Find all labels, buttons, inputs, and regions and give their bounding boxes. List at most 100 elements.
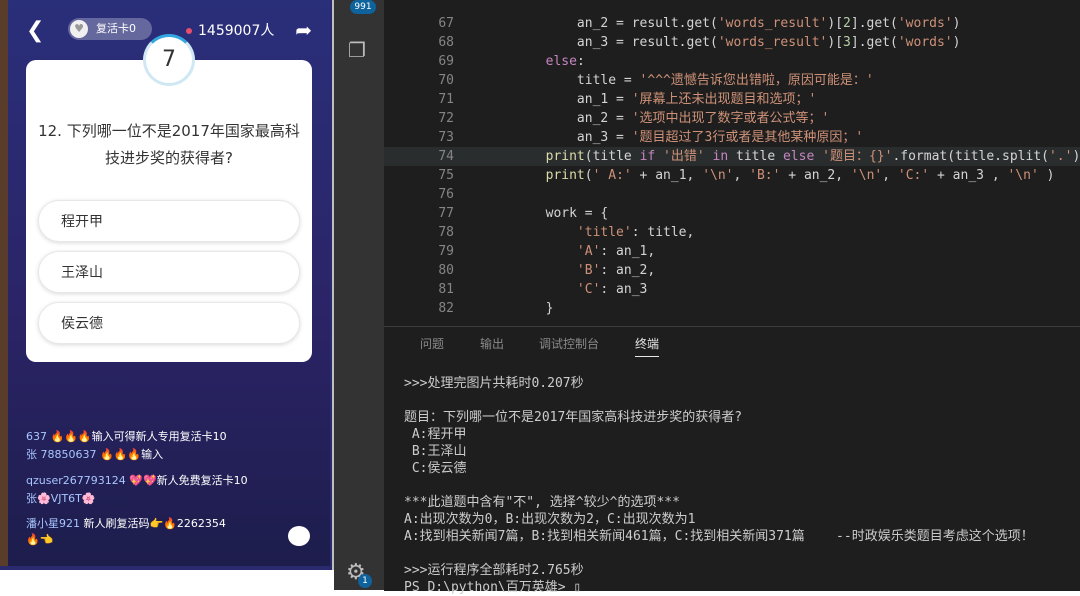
code-text: 'C': an_3 — [576, 282, 648, 297]
chat-user: 🔥👈 — [26, 533, 54, 546]
terminal-line: A:程开甲 — [404, 427, 467, 442]
explorer-icon[interactable]: ❐ — [348, 38, 366, 62]
chat-text: 💖💖新人免费复活卡10 — [129, 474, 248, 487]
tab-output[interactable]: 输出 — [480, 335, 504, 352]
question-card: 12. 下列哪一位不是2017年国家最高科技进步奖的获得者? 程开甲 王泽山 侯… — [26, 60, 312, 362]
line-number: 72 — [438, 111, 454, 126]
code-line: 79 'A': an_1, — [384, 242, 1080, 261]
code-text: print(title if '出错' in title else '题目：{}… — [545, 149, 1080, 164]
code-text: an_3 = '题目超过了3行或者是其他某种原因；' — [483, 130, 864, 145]
chat-text: 🔥🔥🔥输入 — [100, 448, 164, 461]
line-number: 76 — [438, 187, 454, 202]
phone-edge — [0, 0, 8, 566]
line-number: 71 — [438, 92, 454, 107]
line-number: 79 — [438, 244, 454, 259]
code-text: 'A': an_1, — [576, 244, 656, 259]
online-count: 1459007人 — [186, 20, 274, 40]
terminal-line: A:找到相关新闻7篇，B:找到相关新闻461篇，C:找到相关新闻371篇 --时… — [404, 529, 1034, 544]
code-editor[interactable]: 67 an_2 = result.get('words_result')[2].… — [384, 0, 1080, 326]
chat-bubble-icon[interactable] — [288, 526, 310, 546]
line-number: 82 — [438, 301, 454, 316]
line-number: 81 — [438, 282, 454, 297]
chat-user: 潘小星921 — [26, 517, 80, 530]
code-text: title = '^^^遗憾告诉您出错啦，原因可能是：' — [483, 73, 874, 88]
tab-problems[interactable]: 问题 — [420, 335, 444, 352]
code-line: 67 an_2 = result.get('words_result')[2].… — [384, 14, 1080, 33]
code-line: 82 } — [384, 299, 1080, 318]
revive-card-label: 复活卡0 — [96, 22, 136, 35]
bottom-panel: 问题 输出 调试控制台 终端 >>>处理完图片共耗时0.207秒题目：下列哪一位… — [384, 326, 1080, 595]
line-number: 67 — [438, 16, 454, 31]
terminal-line: ***此道题中含有"不", 选择^较少^的选项*** — [404, 495, 680, 510]
vscode-window: 991 ❐ ⚙ 1 67 an_2 = result.get('words_re… — [334, 0, 1080, 595]
terminal-line: A:出现次数为0，B:出现次数为2，C:出现次数为1 — [404, 512, 696, 527]
code-text: an_2 = result.get('words_result')[2].get… — [483, 16, 961, 31]
option-a[interactable]: 程开甲 — [38, 200, 300, 242]
line-number: 75 — [438, 168, 454, 183]
terminal-line: >>>处理完图片共耗时0.207秒 — [404, 376, 584, 391]
code-line: 71 an_1 = '屏幕上还未出现题目和选项；' — [384, 90, 1080, 109]
revive-card-badge[interactable]: ♥ 复活卡0 — [68, 18, 152, 40]
chat-text: 新人刷复活码👉🔥2262354 — [83, 517, 226, 530]
code-text: work = { — [483, 206, 609, 221]
tab-terminal[interactable]: 终端 — [635, 335, 660, 357]
chat-user: qzuser267793124 — [26, 474, 126, 487]
activity-bar: 991 ❐ ⚙ 1 — [334, 0, 384, 590]
code-text: 'B': an_2, — [576, 263, 656, 278]
share-icon[interactable]: ➦ — [295, 18, 312, 42]
line-number: 80 — [438, 263, 454, 278]
terminal-line: C:侯云德 — [404, 461, 467, 476]
countdown-timer: 7 — [143, 34, 195, 86]
line-number: 77 — [438, 206, 454, 221]
code-line: 72 an_2 = '选项中出现了数字或者公式等；' — [384, 109, 1080, 128]
chat-user: 张 78850637 — [26, 448, 97, 461]
chat-user: 637 — [26, 430, 47, 443]
code-text: print(' A:' + an_1, '\n', 'B:' + an_2, '… — [545, 168, 1055, 183]
code-line: 81 'C': an_3 — [384, 280, 1080, 299]
line-number: 73 — [438, 130, 454, 145]
chat-text: 🔥🔥🔥输入可得新人专用复活卡10 — [50, 430, 227, 443]
notification-badge: 991 — [350, 0, 376, 14]
chat-user: 张🌸VJT6T🌸 — [26, 492, 96, 505]
code-line: 75 print(' A:' + an_1, '\n', 'B:' + an_2… — [384, 166, 1080, 185]
code-line: 73 an_3 = '题目超过了3行或者是其他某种原因；' — [384, 128, 1080, 147]
code-line: 74 print(title if '出错' in title else '题目… — [384, 147, 1080, 166]
phone-screen: ❮ ♥ 复活卡0 1459007人 ➦ 12. 下列哪一位不是2017年国家最高… — [0, 0, 334, 570]
terminal-line: PS D:\python\百万英雄> ▯ — [404, 580, 582, 595]
online-count-label: 1459007人 — [198, 23, 275, 39]
live-dot-icon — [186, 28, 192, 34]
code-line: 78 'title': title, — [384, 223, 1080, 242]
option-c[interactable]: 侯云德 — [38, 302, 300, 344]
code-line: 80 'B': an_2, — [384, 261, 1080, 280]
terminal-line: 题目：下列哪一位不是2017年国家高科技进步奖的获得者? — [404, 410, 743, 425]
code-text: an_1 = '屏幕上还未出现题目和选项；' — [483, 92, 817, 107]
back-arrow-icon[interactable]: ❮ — [26, 18, 44, 43]
settings-badge: 1 — [358, 574, 372, 588]
chat-message: qzuser267793124 💖💖新人免费复活卡10 — [26, 472, 248, 488]
chat-message: 张 78850637 🔥🔥🔥输入 — [26, 446, 163, 462]
line-number: 70 — [438, 73, 454, 88]
chat-message: 637 🔥🔥🔥输入可得新人专用复活卡10 — [26, 428, 227, 444]
code-text: else: — [545, 54, 585, 69]
chat-message: 潘小星921 新人刷复活码👉🔥2262354 — [26, 515, 226, 531]
option-b[interactable]: 王泽山 — [38, 251, 300, 293]
terminal-line: >>>运行程序全部耗时2.765秒 — [404, 563, 584, 578]
code-line: 70 title = '^^^遗憾告诉您出错啦，原因可能是：' — [384, 71, 1080, 90]
code-text: an_3 = result.get('words_result')[3].get… — [483, 35, 961, 50]
chat-message: 🔥👈 — [26, 533, 53, 546]
chat-message: 张🌸VJT6T🌸 — [26, 490, 96, 506]
code-text: an_2 = '选项中出现了数字或者公式等；' — [483, 111, 830, 126]
code-line: 68 an_3 = result.get('words_result')[3].… — [384, 33, 1080, 52]
code-line: 77 work = { — [384, 204, 1080, 223]
line-number: 69 — [438, 54, 454, 69]
code-line: 76 — [384, 185, 1080, 204]
line-number: 78 — [438, 225, 454, 240]
code-text: 'title': title, — [576, 225, 695, 240]
line-number: 68 — [438, 35, 454, 50]
question-text: 12. 下列哪一位不是2017年国家最高科技进步奖的获得者? — [38, 122, 300, 167]
tab-debug-console[interactable]: 调试控制台 — [539, 335, 599, 352]
code-text: } — [483, 301, 554, 316]
heart-icon: ♥ — [70, 20, 88, 38]
line-number: 74 — [438, 149, 454, 164]
terminal-line: B:王泽山 — [404, 444, 467, 459]
